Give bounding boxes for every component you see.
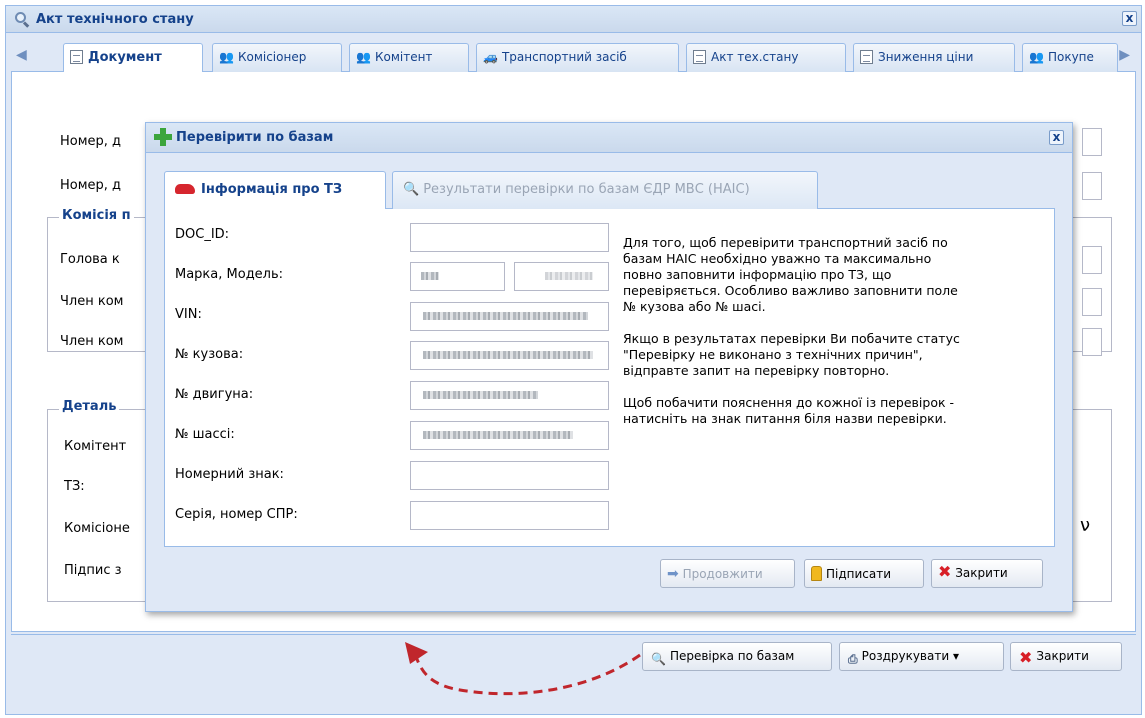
sign-button[interactable]: Підписати — [804, 559, 924, 588]
field-label: Серія, номер СПР: — [175, 507, 298, 522]
field-label: VIN: — [175, 307, 202, 322]
registration-cert-input[interactable] — [410, 501, 609, 530]
vin-input[interactable] — [410, 302, 609, 331]
dialog-title: Перевірити по базам — [176, 130, 334, 145]
check-databases-dialog: Перевірити по базам x Інформація про ТЗ … — [145, 122, 1073, 612]
close-icon: ✖ — [938, 562, 952, 581]
dialog-tab-strip: Інформація про ТЗ 🔍 Результати перевірки … — [164, 171, 1055, 210]
dialog-close-action-button[interactable]: ✖ Закрити — [931, 559, 1043, 588]
plate-number-input[interactable] — [410, 461, 609, 490]
sign-label: Підписати — [826, 567, 892, 581]
model-input[interactable] — [514, 262, 609, 291]
vehicle-info-panel: DOC_ID: Марка, Модель: VIN: № кузова: № … — [164, 209, 1055, 547]
field-label: Марка, Модель: — [175, 267, 284, 282]
field-label: № кузова: — [175, 347, 244, 362]
engine-number-input[interactable] — [410, 381, 609, 410]
tab-vehicle-info[interactable]: Інформація про ТЗ — [164, 171, 386, 210]
body-number-input[interactable] — [410, 341, 609, 370]
close-label: Закрити — [955, 566, 1008, 580]
instructions-text: Для того, щоб перевірити транспортний за… — [623, 235, 960, 426]
field-label: № двигуна: — [175, 387, 254, 402]
magnifier-icon: 🔍 — [403, 182, 420, 197]
dialog-titlebar: Перевірити по базам x — [146, 123, 1072, 153]
tab-label: Інформація про ТЗ — [201, 182, 343, 197]
tab-label: Результати перевірки по базам ЄДР МВС (Н… — [423, 182, 750, 197]
key-icon — [811, 566, 822, 581]
car-icon — [175, 184, 195, 194]
field-label: Номерний знак: — [175, 467, 284, 482]
arrow-right-icon: ➡ — [667, 566, 679, 582]
plus-icon — [154, 128, 172, 146]
tab-check-results[interactable]: 🔍 Результати перевірки по базам ЄДР МВС (… — [392, 171, 818, 209]
doc-id-input[interactable] — [410, 223, 609, 252]
field-label: DOC_ID: — [175, 227, 230, 242]
continue-button[interactable]: ➡ Продовжити — [660, 559, 795, 588]
make-input[interactable] — [410, 262, 505, 291]
chassis-number-input[interactable] — [410, 421, 609, 450]
continue-label: Продовжити — [682, 567, 763, 581]
dialog-close-button[interactable]: x — [1049, 130, 1064, 145]
field-label: № шассі: — [175, 427, 235, 442]
